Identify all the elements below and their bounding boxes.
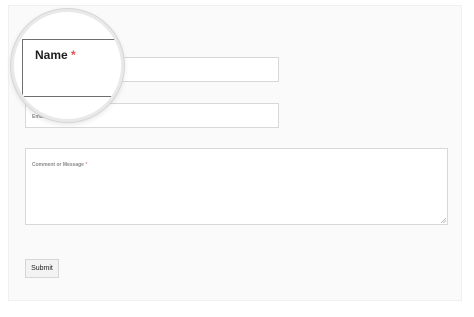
name-label: Name * xyxy=(35,48,76,62)
resize-handle-icon[interactable] xyxy=(441,218,446,223)
submit-button[interactable]: Submit xyxy=(25,259,59,278)
name-required-marker: * xyxy=(71,48,76,62)
magnifier-lens: Name * xyxy=(11,9,124,122)
message-textarea[interactable]: Comment or Message * xyxy=(25,148,448,225)
message-label: Comment or Message * xyxy=(32,162,88,168)
page: Email Comment or Message * Submit Name * xyxy=(0,0,474,317)
message-required-marker: * xyxy=(85,162,88,168)
